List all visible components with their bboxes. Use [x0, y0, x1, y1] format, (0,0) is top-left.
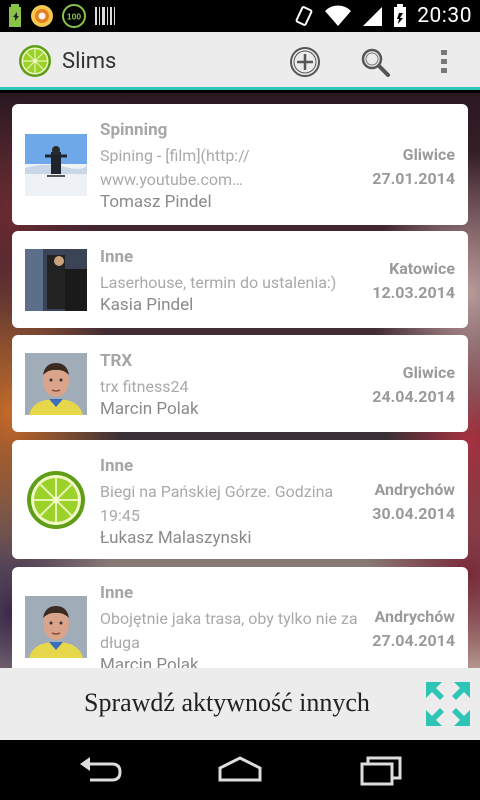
activity-date: 24.04.2014 [372, 387, 455, 406]
app-title: Slims [62, 49, 117, 74]
activity-description: Biegi na Pańskiej Górze. Godzina 19:45 [100, 482, 334, 525]
activity-description: trx fitness24 [100, 377, 189, 396]
system-nav-bar [0, 740, 480, 800]
activity-user: Kasia Pindel [100, 295, 194, 315]
activity-user: Tomasz Pindel [100, 192, 212, 212]
activity-city: Andrychów [374, 480, 455, 499]
activity-date: 27.01.2014 [372, 169, 455, 188]
activity-date: 12.03.2014 [372, 283, 455, 302]
activity-description: Laserhouse, termin do ustalenia:) [100, 273, 337, 292]
activity-thumbnail [25, 249, 87, 311]
search-button[interactable] [357, 44, 393, 80]
list-item[interactable]: Spinning Spining - [film](http:// www.yo… [12, 104, 468, 225]
activity-city: Katowice [389, 259, 455, 278]
activity-category: Spinning [100, 120, 168, 140]
vibrate-icon [295, 6, 313, 26]
list-item[interactable]: TRX trx fitness24 Marcin Polak Gliwice 2… [12, 335, 468, 432]
activity-city: Gliwice [402, 363, 455, 382]
battery-icon [9, 4, 21, 27]
activity-city: Gliwice [402, 145, 455, 164]
notification-circle-icon [31, 5, 53, 27]
wifi-icon [325, 5, 352, 27]
barcode-icon [95, 7, 115, 25]
activity-user: Marcin Polak [100, 399, 199, 419]
clock: 20:30 [417, 4, 472, 28]
activity-thumbnail [25, 353, 87, 415]
activity-category: TRX [100, 351, 133, 371]
activity-thumbnail [25, 596, 87, 658]
lime-icon [27, 471, 85, 529]
activity-thumbnail [25, 134, 87, 196]
activity-description: Spining - [film](http:// www.youtube.com… [100, 146, 250, 189]
add-icon [290, 47, 320, 77]
add-button[interactable] [287, 44, 323, 80]
app-logo-lime-icon[interactable] [18, 44, 52, 78]
activity-category: Inne [100, 456, 134, 476]
activity-thumbnail [25, 469, 87, 531]
list-item[interactable]: Inne Biegi na Pańskiej Górze. Godzina 19… [12, 440, 468, 559]
activity-description: Obojętnie jaka trasa, oby tylko nie za d… [100, 609, 358, 652]
activity-user: Marcin Polak [100, 655, 199, 668]
activity-category: Inne [100, 583, 134, 603]
activity-category: Inne [100, 247, 134, 267]
back-icon[interactable] [76, 754, 124, 786]
activity-user: Łukasz Malaszynski [100, 528, 252, 548]
search-icon [361, 48, 390, 77]
expand-arrows-icon[interactable] [424, 680, 472, 728]
list-item[interactable]: Inne Obojętnie jaka trasa, oby tylko nie… [12, 567, 468, 668]
activity-date: 30.04.2014 [372, 504, 455, 523]
action-bar: Slims [0, 32, 480, 90]
status-bar: 100 20:30 [0, 0, 480, 32]
overflow-menu-icon [441, 50, 447, 73]
svg-text:100: 100 [67, 12, 81, 22]
activity-list[interactable]: Spinning Spining - [film](http:// www.yo… [0, 93, 480, 668]
overflow-menu-button[interactable] [426, 44, 462, 80]
100-badge-icon: 100 [62, 4, 86, 28]
bottom-bar[interactable]: Sprawdź aktywność innych [0, 668, 480, 740]
recent-apps-icon[interactable] [358, 754, 406, 786]
activity-city: Andrychów [374, 607, 455, 626]
activity-date: 27.04.2014 [372, 631, 455, 650]
check-others-activity-label[interactable]: Sprawdź aktywność innych [84, 688, 370, 718]
list-item[interactable]: Inne Laserhouse, termin do ustalenia:) K… [12, 231, 468, 328]
home-icon[interactable] [216, 754, 264, 786]
signal-icon [363, 7, 383, 26]
battery-charging-icon [394, 4, 407, 27]
